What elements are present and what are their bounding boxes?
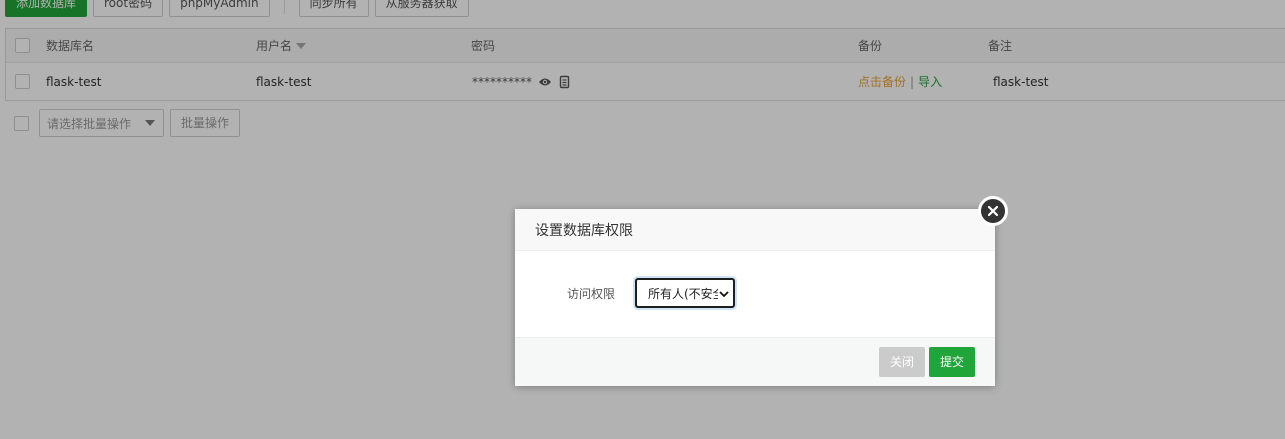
chevron-down-icon: [719, 288, 729, 302]
close-button[interactable]: 关闭: [879, 347, 926, 377]
submit-button[interactable]: 提交: [929, 347, 976, 377]
access-permission-value: 所有人(不安全): [648, 286, 718, 301]
permission-dialog: 设置数据库权限 访问权限 所有人(不安全) 关闭 提交: [515, 209, 995, 386]
dialog-body: 访问权限 所有人(不安全): [515, 251, 995, 337]
close-circle-icon[interactable]: [978, 196, 1008, 226]
access-permission-select[interactable]: 所有人(不安全): [635, 278, 735, 308]
access-permission-label: 访问权限: [567, 287, 616, 301]
dialog-footer: 关闭 提交: [515, 337, 995, 386]
dialog-title: 设置数据库权限: [515, 209, 995, 251]
